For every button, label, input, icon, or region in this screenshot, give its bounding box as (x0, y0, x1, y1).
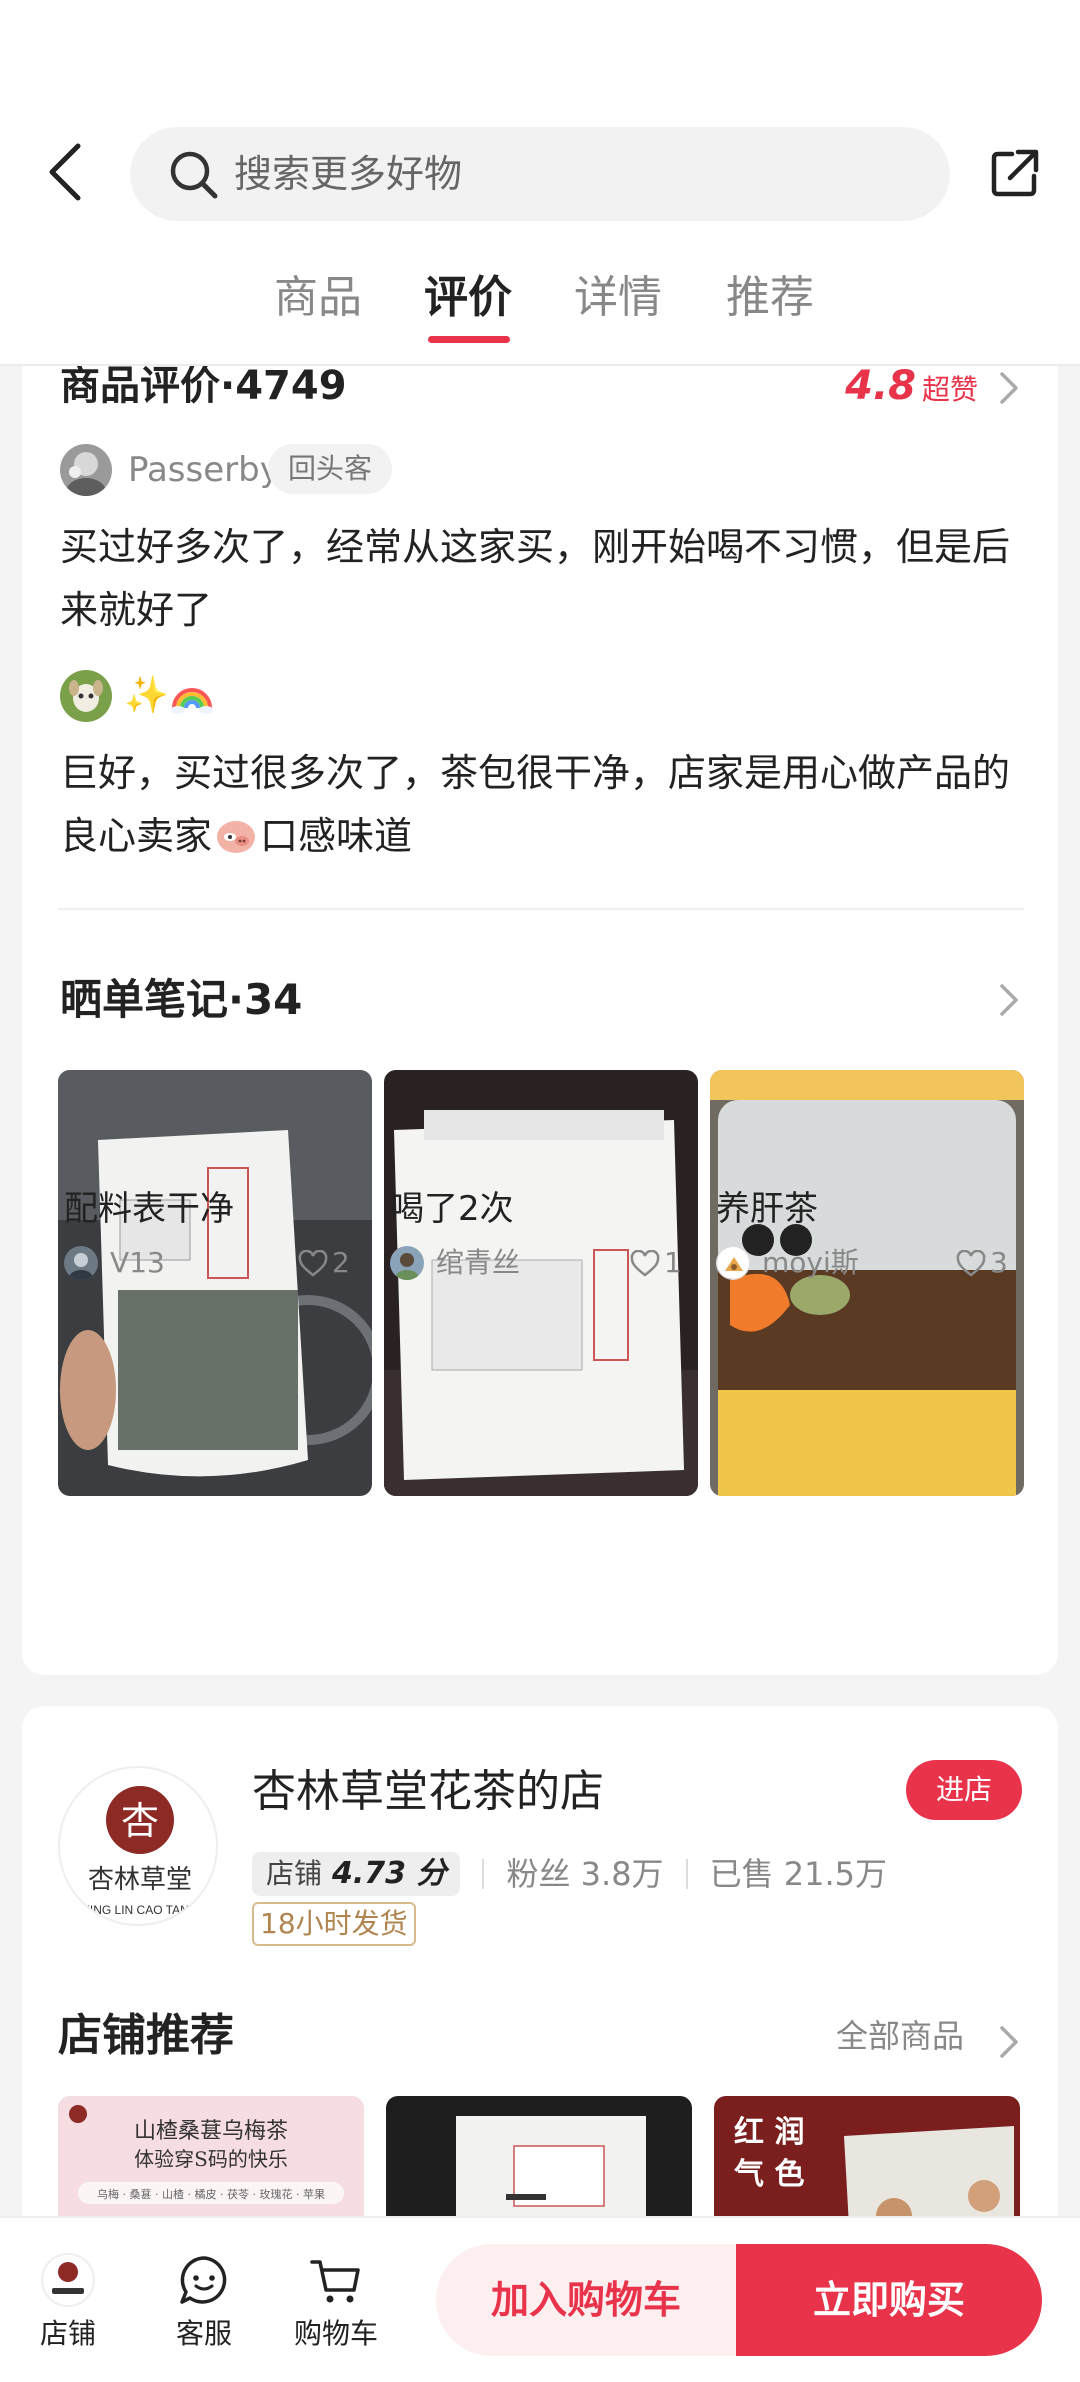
note-caption[interactable]: 配料表干净 (64, 1184, 234, 1234)
rec-line: 红 润 (734, 2115, 804, 2150)
shopping-cart-icon (310, 2260, 360, 2303)
avatar (60, 444, 112, 496)
shop-name[interactable]: 杏林草堂花茶的店 (252, 1760, 604, 1824)
review-text: 巨好，买过很多次了，茶包很干净，店家是用心做产品的良心卖家 口感味道 (60, 742, 1020, 868)
like-count[interactable]: 2 (298, 1242, 350, 1284)
shop-sold: 已售 21.5万 (709, 1855, 887, 1893)
buy-now-button[interactable]: 立即购买 (736, 2244, 1042, 2356)
rainbow-icon (171, 688, 213, 714)
repeat-buyer-badge: 回头客 (268, 444, 393, 494)
note-meta: moyi斯 3 (716, 1242, 1016, 1282)
notes-photo-strip (58, 1070, 1024, 1496)
review-text: 买过好多次了，经常从这家买，刚开始喝不习惯，但是后来就好了 (60, 525, 1011, 632)
reviews-card: 商品评价·4749 4.8 超赞 Passerby 回头客 买过好多次了，经常从这… (22, 320, 1058, 1675)
like-count[interactable]: 3 (956, 1242, 1008, 1284)
customer-service-label: 客服 (175, 2317, 232, 2350)
chat-bubble-icon (180, 2256, 227, 2304)
note-user: 绾青丝 (436, 1246, 521, 1279)
top-header: 搜索更多好物 商品 评价 详情 推荐 (0, 0, 1080, 366)
rec-line: 乌梅 · 桑葚 · 山楂 · 橘皮 · 茯苓 · 玫瑰花 · 苹果 (97, 2187, 325, 2201)
tab-recommend[interactable]: 推荐 (726, 262, 814, 334)
chevron-right-icon[interactable] (998, 2024, 1020, 2060)
rec-line: 山楂桑葚乌梅茶 (134, 2119, 288, 2144)
enter-shop-button[interactable]: 进店 (906, 1760, 1022, 1820)
note-caption[interactable]: 喝了2次 (390, 1184, 514, 1234)
shop-nav-button[interactable]: 店铺 (18, 2252, 118, 2354)
reviewer-name: Passerby (128, 450, 280, 490)
avatar (716, 1246, 750, 1280)
shop-fans: 粉丝 3.8万 (506, 1855, 664, 1893)
like-count[interactable]: 1 (630, 1242, 682, 1284)
shop-logo[interactable]: 杏 杏林草堂 XING LIN CAO TANG (58, 1766, 218, 1926)
shop-logo-subtext: XING LIN CAO TANG (82, 1903, 198, 1917)
avatar (64, 1246, 98, 1280)
customer-service-button[interactable]: 客服 (154, 2252, 254, 2354)
heart-icon (956, 1249, 986, 1277)
cart-nav-button[interactable]: 购物车 (286, 2252, 386, 2354)
heart-icon (630, 1249, 660, 1277)
note-caption[interactable]: 养肝茶 (716, 1184, 818, 1234)
shop-stats: 店铺 4.73 分 粉丝 3.8万 已售 21.5万 (252, 1852, 887, 1898)
search-icon (170, 151, 218, 199)
active-tab-indicator (428, 336, 510, 343)
shop-nav-label: 店铺 (39, 2317, 96, 2350)
chevron-right-icon[interactable] (998, 982, 1020, 1018)
rating-tag: 超赞 (921, 373, 978, 406)
chevron-right-icon[interactable] (998, 370, 1020, 406)
note-user: V13 (110, 1246, 165, 1279)
rec-line: 体验穿S码的快乐 (134, 2147, 288, 2171)
notes-title[interactable]: 晒单笔记·34 (60, 970, 302, 1030)
add-to-cart-button[interactable]: 加入购物车 (436, 2244, 736, 2356)
share-icon[interactable] (990, 146, 1040, 198)
search-placeholder: 搜索更多好物 (234, 152, 463, 196)
note-user: moyi斯 (762, 1246, 859, 1279)
rating-score: 4.8 (845, 363, 916, 409)
bottom-action-bar: 店铺 客服 购物车 加入购物车 立即购买 (0, 2216, 1080, 2382)
note-meta: 绾青丝 1 (390, 1242, 690, 1282)
review-text-part: 口感味道 (260, 814, 413, 858)
avatar (60, 670, 112, 722)
shop-logo-text: 杏林草堂 (88, 1865, 192, 1895)
cart-nav-label: 购物车 (293, 2317, 378, 2350)
tab-product[interactable]: 商品 (274, 262, 362, 334)
reviews-rating[interactable]: 4.8 超赞 (845, 356, 978, 424)
all-products-link[interactable]: 全部商品 (836, 2012, 964, 2060)
shipping-tag: 18小时发货 (252, 1902, 416, 1946)
avatar (390, 1246, 424, 1280)
heart-icon (298, 1249, 328, 1277)
tab-details[interactable]: 详情 (574, 262, 662, 334)
tab-reviews[interactable]: 评价 (424, 262, 512, 334)
divider (58, 908, 1024, 910)
reviewer-name: ✨ (124, 675, 169, 716)
shop-recs-title: 店铺推荐 (58, 2010, 234, 2061)
pig-face-icon (217, 821, 256, 853)
note-meta: V13 2 (64, 1242, 364, 1282)
search-input[interactable]: 搜索更多好物 (130, 127, 950, 221)
shop-logo-icon (41, 2253, 95, 2307)
rec-line: 气 色 (734, 2157, 804, 2192)
back-arrow-icon[interactable] (44, 140, 88, 204)
review-text-part: 巨好，买过很多次了，茶包很干净，店家是用心做产品的良心卖家 (60, 751, 1011, 858)
shop-logo-glyph: 杏 (121, 1799, 159, 1843)
section-tabs: 商品 评价 详情 推荐 (0, 262, 1080, 352)
shop-score: 店铺 4.73 分 (252, 1852, 461, 1896)
